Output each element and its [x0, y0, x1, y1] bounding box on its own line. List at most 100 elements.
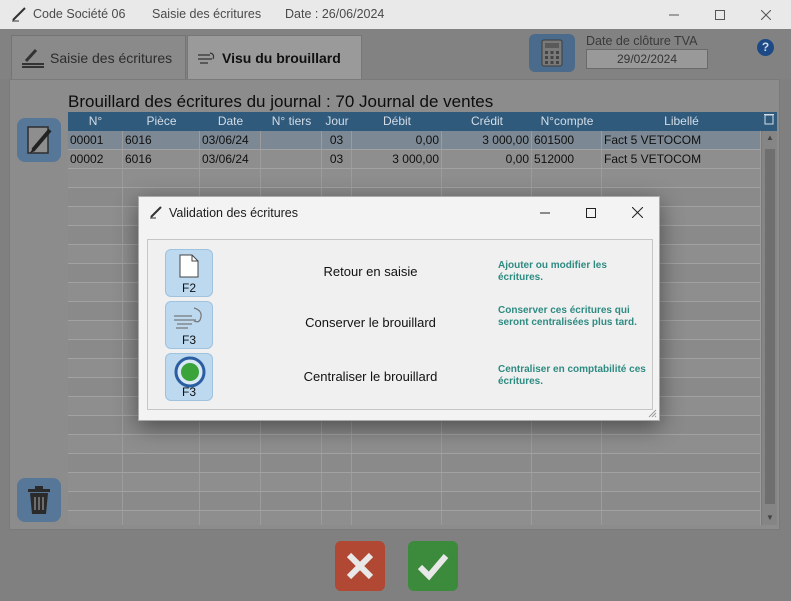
trash-icon — [28, 486, 50, 514]
empty-cell — [68, 378, 123, 396]
validation-dialog: Validation des écritures F2 Retour en sa… — [138, 196, 660, 421]
journal-title: Brouillard des écritures du journal : 70… — [68, 92, 494, 111]
tva-date-field[interactable]: 29/02/2024 — [586, 49, 708, 69]
edit-icon — [27, 126, 52, 154]
edit-button[interactable] — [17, 118, 61, 162]
empty-cell — [322, 473, 352, 491]
table-row[interactable]: 00002 6016 03/06/24 03 3 000,00 0,00 512… — [68, 150, 761, 169]
empty-cell — [68, 321, 123, 339]
scroll-down-icon[interactable]: ▼ — [762, 511, 777, 525]
cell-date: 03/06/24 — [200, 131, 261, 149]
empty-cell — [532, 169, 602, 187]
col-header-date[interactable]: Date — [200, 112, 261, 131]
empty-cell — [123, 492, 200, 510]
tab-saisie[interactable]: Saisie des écritures — [11, 35, 186, 79]
empty-cell — [68, 359, 123, 377]
cell-jour: 03 — [322, 150, 352, 168]
empty-cell — [322, 492, 352, 510]
trash-small-icon[interactable] — [761, 112, 777, 131]
empty-row — [68, 492, 761, 511]
vertical-scrollbar[interactable]: ▲ ▼ — [761, 131, 777, 525]
help-button[interactable]: ? — [757, 39, 774, 56]
empty-cell — [532, 454, 602, 472]
empty-cell — [261, 169, 322, 187]
col-header-compte[interactable]: N°compte — [532, 112, 602, 131]
empty-cell — [602, 169, 761, 187]
target-icon — [174, 356, 206, 388]
empty-row — [68, 169, 761, 188]
empty-cell — [68, 435, 123, 453]
empty-cell — [602, 492, 761, 510]
col-header-jour[interactable]: Jour — [322, 112, 352, 131]
table-row[interactable]: 00001 6016 03/06/24 03 0,00 3 000,00 601… — [68, 131, 761, 150]
empty-row — [68, 454, 761, 473]
empty-cell — [68, 169, 123, 187]
empty-cell — [123, 511, 200, 525]
col-header-libelle[interactable]: Libellé — [602, 112, 761, 131]
maximize-icon — [586, 207, 596, 218]
conserver-brouillard-label[interactable]: Conserver le brouillard — [233, 315, 508, 330]
col-header-piece[interactable]: Pièce — [123, 112, 200, 131]
conserver-brouillard-desc: Conserver ces écritures qui seront centr… — [498, 305, 637, 328]
dialog-maximize-button[interactable] — [568, 197, 614, 228]
tab-visu-label: Visu du brouillard — [222, 49, 341, 66]
cell-piece: 6016 — [123, 150, 200, 168]
empty-cell — [123, 473, 200, 491]
empty-cell — [123, 169, 200, 187]
edit-lines-icon — [22, 48, 44, 68]
company-title: Code Société 06 — [33, 7, 126, 21]
checkmark-icon — [417, 554, 449, 581]
delete-button[interactable] — [17, 478, 61, 522]
key-label: F3 — [181, 333, 196, 347]
col-header-num[interactable]: N° — [68, 112, 123, 131]
retour-saisie-button[interactable]: F2 — [165, 249, 213, 297]
key-label: F3 — [181, 385, 196, 399]
close-button[interactable] — [743, 0, 789, 29]
empty-cell — [200, 492, 261, 510]
empty-cell — [352, 473, 442, 491]
empty-cell — [352, 511, 442, 525]
tab-visu[interactable]: Visu du brouillard — [187, 35, 362, 79]
validate-button[interactable] — [408, 541, 458, 591]
empty-cell — [442, 511, 532, 525]
scroll-up-icon[interactable]: ▲ — [762, 131, 777, 145]
empty-cell — [442, 454, 532, 472]
empty-cell — [352, 492, 442, 510]
empty-cell — [200, 169, 261, 187]
empty-cell — [352, 169, 442, 187]
maximize-button[interactable] — [697, 0, 743, 29]
wind-icon — [174, 307, 202, 329]
cell-libelle: Fact 5 VETOCOM — [602, 131, 761, 149]
empty-cell — [322, 511, 352, 525]
conserver-brouillard-button[interactable]: F3 — [165, 301, 213, 349]
retour-saisie-label[interactable]: Retour en saisie — [233, 264, 508, 279]
col-header-tiers[interactable]: N° tiers — [261, 112, 322, 131]
col-header-credit[interactable]: Crédit — [442, 112, 532, 131]
empty-cell — [322, 169, 352, 187]
resize-grip-icon[interactable] — [647, 408, 657, 418]
scroll-thumb[interactable] — [765, 149, 775, 504]
empty-cell — [68, 397, 123, 415]
col-header-debit[interactable]: Débit — [352, 112, 442, 131]
cell-compte: 512000 — [532, 150, 602, 168]
title-bar: Code Société 06 Saisie des écritures Dat… — [0, 0, 791, 29]
empty-cell — [261, 473, 322, 491]
tab-saisie-label: Saisie des écritures — [50, 49, 173, 66]
pen-icon — [12, 7, 26, 22]
minimize-button[interactable] — [651, 0, 697, 29]
empty-cell — [68, 340, 123, 358]
dialog-minimize-button[interactable] — [522, 197, 568, 228]
empty-cell — [200, 435, 261, 453]
minimize-icon — [540, 212, 550, 213]
cancel-button[interactable] — [335, 541, 385, 591]
empty-cell — [322, 454, 352, 472]
centraliser-brouillard-label[interactable]: Centraliser le brouillard — [233, 369, 508, 384]
dialog-close-button[interactable] — [614, 197, 660, 228]
centraliser-brouillard-button[interactable]: F3 — [165, 353, 213, 401]
empty-cell — [532, 511, 602, 525]
calculator-button[interactable] — [529, 34, 575, 72]
empty-cell — [68, 188, 123, 206]
date-title: Date : 26/06/2024 — [285, 7, 385, 21]
wind-icon — [198, 51, 215, 64]
empty-cell — [532, 473, 602, 491]
